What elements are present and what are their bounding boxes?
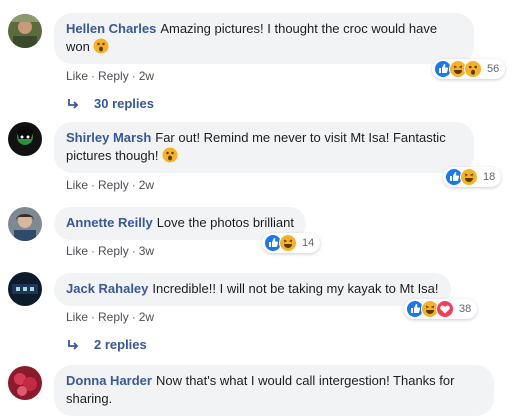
reply-arrow-icon: [68, 339, 79, 350]
avatar[interactable]: [8, 207, 42, 241]
timestamp[interactable]: 2w: [139, 178, 154, 192]
reaction-summary[interactable]: 56: [432, 59, 506, 79]
wow-reaction-icon: [464, 60, 482, 78]
separator: ·: [131, 178, 136, 192]
comment-author[interactable]: Annette Reilly: [66, 215, 153, 230]
avatar[interactable]: [8, 122, 42, 156]
reaction-summary[interactable]: 38: [404, 299, 478, 319]
comment-actions: Like · Reply · 2w: [66, 309, 154, 325]
separator: ·: [91, 178, 96, 192]
separator: ·: [131, 69, 136, 83]
timestamp[interactable]: 2w: [139, 69, 154, 83]
like-link[interactable]: Like: [66, 310, 88, 324]
reaction-count: 38: [459, 303, 472, 315]
view-replies-link[interactable]: 2 replies: [66, 337, 147, 352]
reaction-summary[interactable]: 18: [443, 167, 502, 187]
separator: ·: [131, 244, 136, 258]
avatar[interactable]: [8, 366, 42, 400]
comment-actions: Like · Reply · 2w: [66, 177, 154, 193]
avatar[interactable]: [8, 272, 42, 306]
reaction-count: 56: [487, 63, 500, 75]
comment-author[interactable]: Donna Harder: [66, 373, 152, 388]
avatar[interactable]: [8, 14, 42, 48]
comment-bubble: Shirley Marsh Far out! Remind me never to…: [54, 122, 474, 173]
timestamp[interactable]: 3w: [139, 244, 154, 258]
haha-reaction-icon: [460, 168, 478, 186]
like-link[interactable]: Like: [66, 69, 88, 83]
reaction-count: 18: [483, 171, 496, 183]
like-link[interactable]: Like: [66, 244, 88, 258]
replies-label: 2 replies: [94, 337, 147, 352]
comment-author[interactable]: Hellen Charles: [66, 21, 156, 36]
reply-link[interactable]: Reply: [98, 310, 129, 324]
reaction-summary[interactable]: 14: [262, 233, 321, 253]
reply-link[interactable]: Reply: [98, 69, 129, 83]
reply-link[interactable]: Reply: [98, 244, 129, 258]
love-reaction-icon: [436, 300, 454, 318]
wow-emoji-icon: [162, 147, 178, 163]
comment-actions: Like · Reply · 2w: [66, 68, 154, 84]
comment-bubble: Donna Harder Now that's what I would call…: [54, 365, 494, 416]
surprised-emoji-icon: [93, 38, 109, 54]
haha-reaction-icon: [279, 234, 297, 252]
like-link[interactable]: Like: [66, 178, 88, 192]
reaction-count: 14: [302, 237, 315, 249]
replies-label: 30 replies: [94, 96, 154, 111]
comment-text: Love the photos brilliant: [156, 215, 294, 230]
separator: ·: [91, 310, 96, 324]
comment-text: Incredible!! I will not be taking my kay…: [152, 281, 439, 296]
comment-author[interactable]: Shirley Marsh: [66, 130, 151, 145]
comment-actions: Like · Reply · 3w: [66, 243, 154, 259]
timestamp[interactable]: 2w: [139, 310, 154, 324]
reply-arrow-icon: [68, 98, 79, 109]
separator: ·: [91, 69, 96, 83]
view-replies-link[interactable]: 30 replies: [66, 96, 154, 111]
separator: ·: [91, 244, 96, 258]
comment-bubble: Jack Rahaley Incredible!! I will not be t…: [54, 273, 451, 306]
comment-author[interactable]: Jack Rahaley: [66, 281, 148, 296]
separator: ·: [131, 310, 136, 324]
comment-bubble: Hellen Charles Amazing pictures! I though…: [54, 13, 474, 64]
reply-link[interactable]: Reply: [98, 178, 129, 192]
